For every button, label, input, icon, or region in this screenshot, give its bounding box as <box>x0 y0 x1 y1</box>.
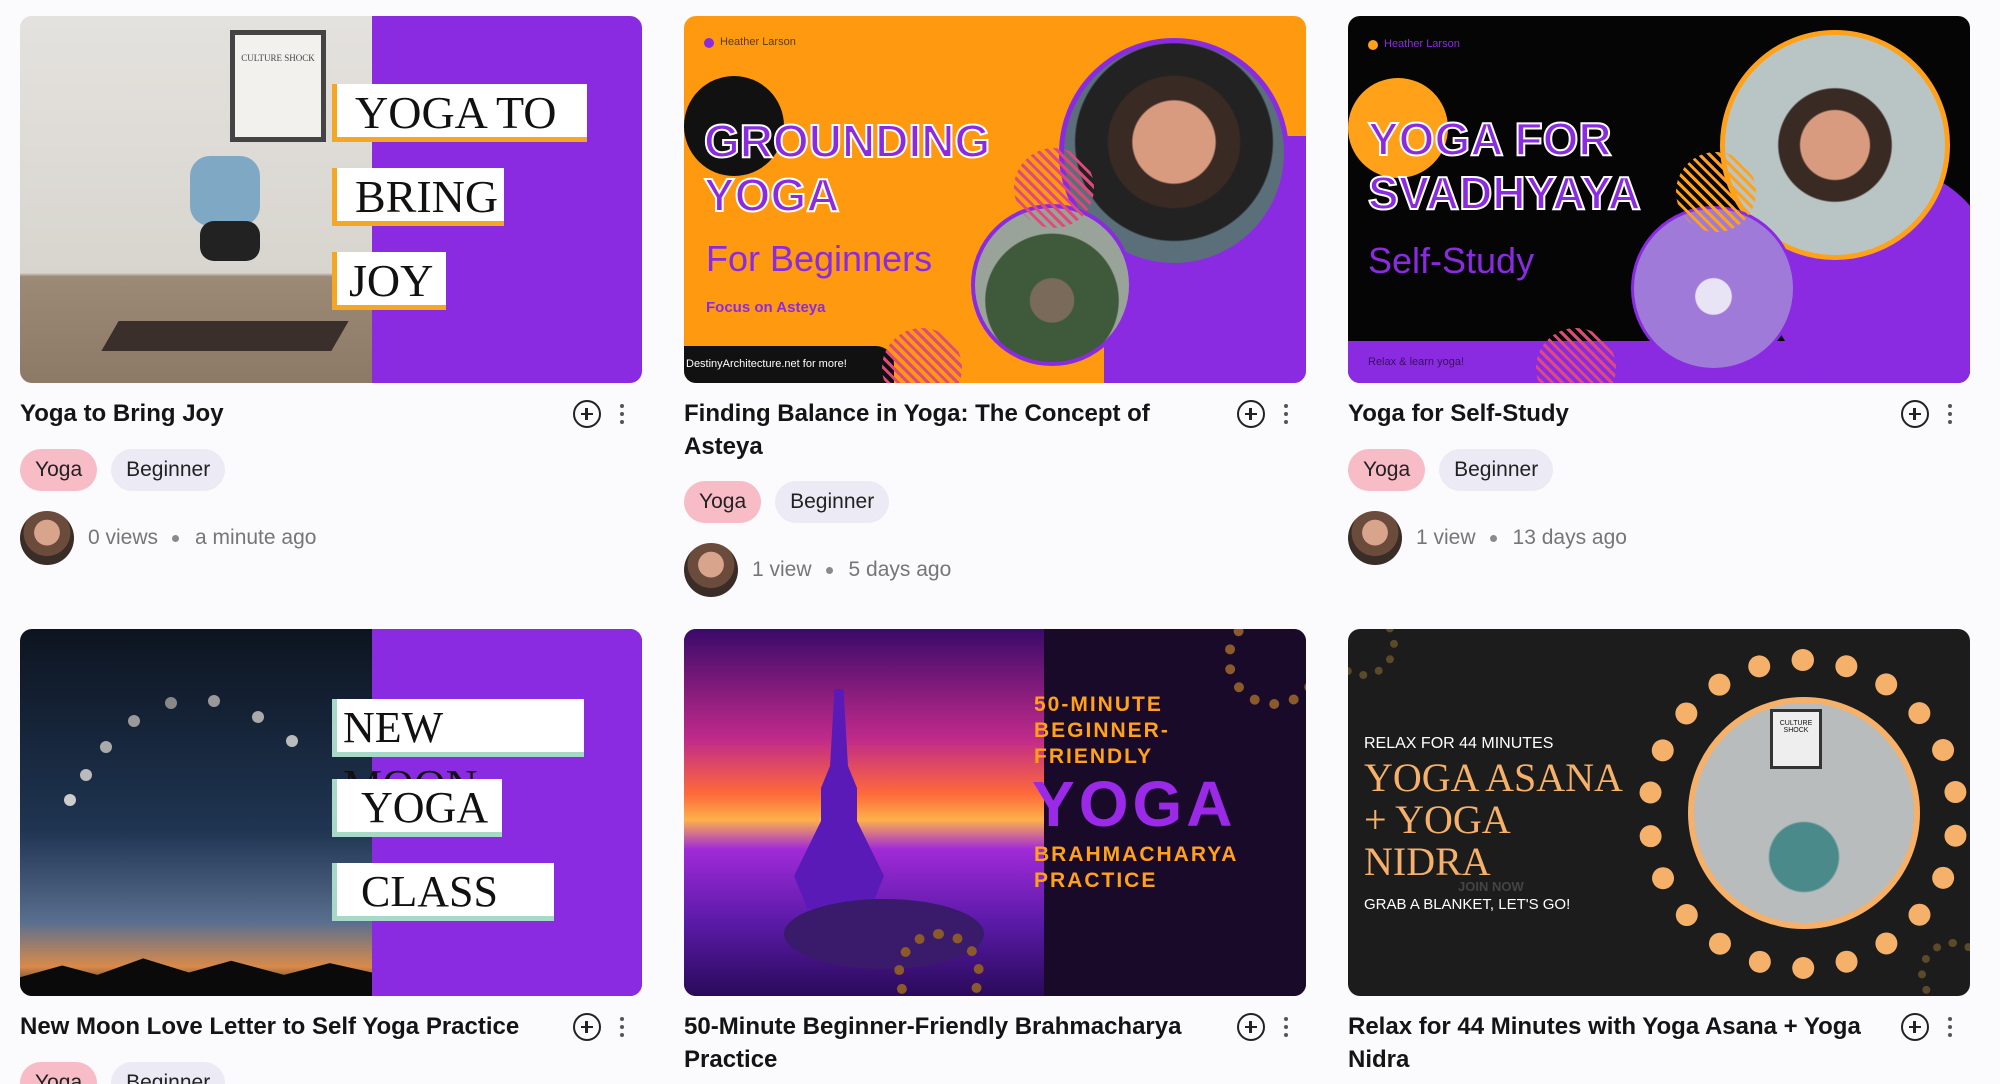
more-options-icon[interactable] <box>1282 401 1290 427</box>
thumb-heading: YOGA FOR <box>1367 112 1613 166</box>
more-options-icon[interactable] <box>1282 1014 1290 1040</box>
thumb-heading: YOGA <box>1032 768 1237 840</box>
video-thumbnail[interactable]: NEW MOON YOGA CLASS <box>20 629 642 996</box>
view-count: 0 views <box>88 526 159 549</box>
separator-dot <box>172 534 180 542</box>
moon-phase <box>64 794 76 806</box>
add-to-playlist-icon[interactable] <box>573 1013 601 1041</box>
mountain-silhouette <box>20 958 372 996</box>
more-options-icon[interactable] <box>1946 1014 1954 1040</box>
video-card[interactable]: Heather Larson YOGA FOR SVADHYAYA Self-S… <box>1348 16 1970 565</box>
add-to-playlist-icon[interactable] <box>1237 400 1265 428</box>
forest-photo <box>971 204 1133 366</box>
tag-yoga[interactable]: Yoga <box>684 481 762 523</box>
wall-poster: CULTURE SHOCK <box>1770 709 1822 769</box>
video-thumbnail[interactable]: CULTURE SHOCK RELAX FOR 44 MINUTES YOGA … <box>1348 629 1970 996</box>
author-label: Heather Larson <box>1384 38 1460 50</box>
avatar[interactable] <box>1348 511 1402 565</box>
person-figure <box>190 156 260 226</box>
video-title[interactable]: Relax for 44 Minutes with Yoga Asana + Y… <box>1348 1010 1868 1076</box>
video-card[interactable]: CULTURE SHOCK RELAX FOR 44 MINUTES YOGA … <box>1348 629 1970 1076</box>
add-to-playlist-icon[interactable] <box>573 400 601 428</box>
video-card[interactable]: CULTURE SHOCK YOGA TO BRING JOY Yoga to … <box>20 16 642 565</box>
video-card[interactable]: NEW MOON YOGA CLASS New Moon Love Letter… <box>20 629 642 1084</box>
author-label: Heather Larson <box>720 36 796 48</box>
upload-age: a minute ago <box>195 526 317 549</box>
video-title[interactable]: Yoga for Self-Study <box>1348 397 1868 430</box>
wall-poster: CULTURE SHOCK <box>230 30 326 142</box>
video-card[interactable]: Heather Larson GROUNDING YOGA For Beginn… <box>684 16 1306 597</box>
thumb-heading: GROUNDING <box>703 114 991 168</box>
more-options-icon[interactable] <box>1946 401 1954 427</box>
video-title[interactable]: Yoga to Bring Joy <box>20 397 540 430</box>
video-thumbnail[interactable]: Heather Larson GROUNDING YOGA For Beginn… <box>684 16 1306 383</box>
video-title[interactable]: Finding Balance in Yoga: The Concept of … <box>684 397 1204 463</box>
separator-dot <box>825 566 833 574</box>
avatar[interactable] <box>684 543 738 597</box>
tag-beginner[interactable]: Beginner <box>775 481 890 523</box>
avatar[interactable] <box>20 511 74 565</box>
video-thumbnail[interactable]: 50-MINUTE BEGINNER- FRIENDLY YOGA BRAHMA… <box>684 629 1306 996</box>
more-options-icon[interactable] <box>618 401 626 427</box>
video-title[interactable]: 50-Minute Beginner-Friendly Brahmacharya… <box>684 1010 1204 1076</box>
upload-age: 13 days ago <box>1512 526 1627 549</box>
upload-age: 5 days ago <box>848 558 952 581</box>
more-options-icon[interactable] <box>618 1014 626 1040</box>
video-title[interactable]: New Moon Love Letter to Self Yoga Practi… <box>20 1010 540 1043</box>
video-thumbnail[interactable]: Heather Larson YOGA FOR SVADHYAYA Self-S… <box>1348 16 1970 383</box>
separator-dot <box>1489 534 1497 542</box>
view-count: 1 view <box>752 558 812 581</box>
add-to-playlist-icon[interactable] <box>1901 400 1929 428</box>
video-card[interactable]: 50-MINUTE BEGINNER- FRIENDLY YOGA BRAHMA… <box>684 629 1306 1076</box>
add-to-playlist-icon[interactable] <box>1901 1013 1929 1041</box>
video-thumbnail[interactable]: CULTURE SHOCK YOGA TO BRING JOY <box>20 16 642 383</box>
view-count: 1 view <box>1416 526 1476 549</box>
mandala-ornament <box>1348 629 1398 679</box>
add-to-playlist-icon[interactable] <box>1237 1013 1265 1041</box>
yoga-mat <box>101 321 349 351</box>
thumb-heading: YOGA ASANA <box>1364 755 1623 800</box>
